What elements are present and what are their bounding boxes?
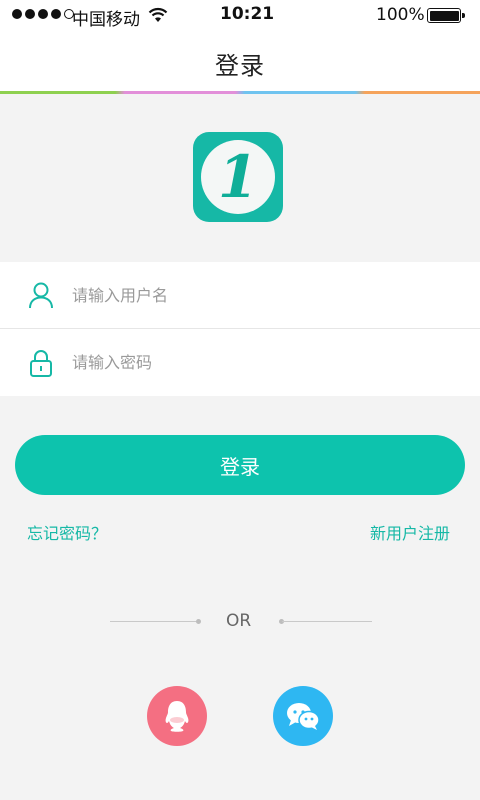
login-form xyxy=(0,262,480,396)
battery-percentage: 100% xyxy=(376,5,425,25)
qq-login-button[interactable] xyxy=(147,686,207,746)
logo-number: 1 xyxy=(201,140,275,214)
nav-bar: 登录 xyxy=(0,30,480,94)
status-bar: 中国移动 10:21 100% xyxy=(0,0,480,30)
username-row xyxy=(0,262,480,329)
password-row xyxy=(0,329,480,396)
register-link[interactable]: 新用户注册 xyxy=(370,520,450,544)
divider-line-left xyxy=(110,621,198,622)
lock-icon xyxy=(30,349,52,377)
wechat-login-button[interactable] xyxy=(273,686,333,746)
app-logo: 1 xyxy=(193,132,283,222)
wechat-icon xyxy=(287,703,320,730)
username-input[interactable] xyxy=(72,275,452,315)
signal-strength-icon xyxy=(12,9,74,19)
wifi-icon xyxy=(148,7,168,22)
header-color-strip xyxy=(0,91,480,94)
password-input[interactable] xyxy=(72,342,452,383)
qq-icon xyxy=(165,701,189,732)
clock: 10:21 xyxy=(220,4,275,24)
page-title: 登录 xyxy=(215,52,265,80)
login-button[interactable]: 登录 xyxy=(15,435,465,495)
divider-line-right xyxy=(282,621,372,622)
battery-icon xyxy=(427,8,465,23)
user-icon xyxy=(29,282,53,309)
forgot-password-link[interactable]: 忘记密码？ xyxy=(27,520,107,544)
divider-dot-left xyxy=(196,619,201,624)
or-divider-text: OR xyxy=(226,611,252,631)
carrier-name: 中国移动 xyxy=(72,10,140,30)
